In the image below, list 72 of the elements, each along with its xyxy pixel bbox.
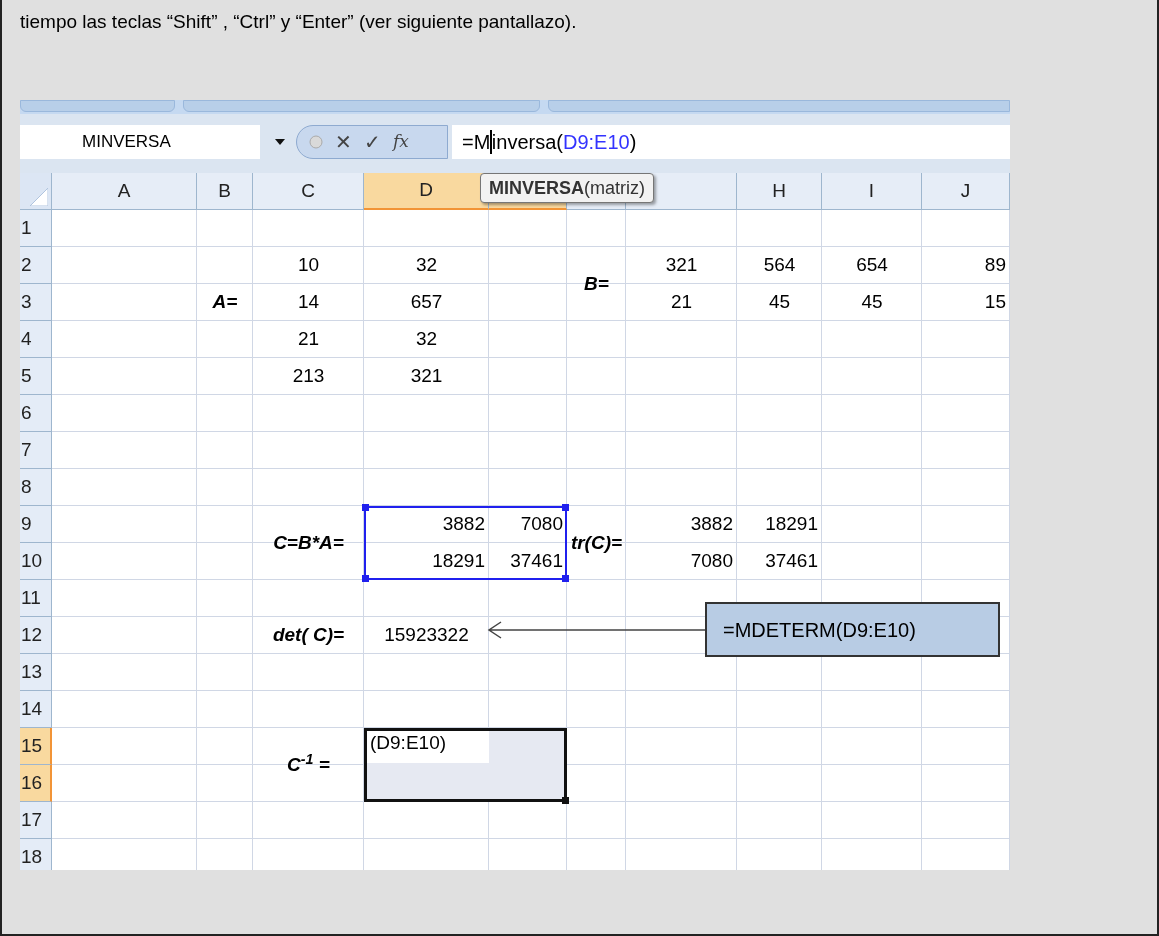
row-header[interactable]: 12	[20, 617, 52, 654]
row-header[interactable]: 4	[20, 321, 52, 358]
cancel-button[interactable]: ✕	[335, 131, 352, 152]
table-cell-text: 45	[767, 290, 792, 315]
table-cell-text: 15	[983, 290, 1007, 315]
table-cell-text: 32	[414, 327, 439, 352]
table-cell-text: 657	[409, 290, 444, 315]
table-cell-text: 21	[669, 290, 694, 315]
table-cell-text: 14	[296, 290, 321, 315]
formula-input[interactable]: =Minversa(D9:E10)	[452, 124, 1010, 159]
row-header[interactable]: 15	[20, 728, 52, 765]
row-header[interactable]: 3	[20, 284, 52, 321]
table-cell-text: 7080	[519, 512, 564, 537]
function-tooltip: MINVERSA(matriz)	[480, 173, 654, 203]
row-header[interactable]: 14	[20, 691, 52, 728]
table-cell-text: 32	[414, 253, 439, 278]
table-cell-text: 3882	[689, 512, 734, 537]
table-cell-text: 89	[983, 253, 1007, 278]
table-cell-text: 37461	[764, 549, 819, 574]
row-header[interactable]: 17	[20, 802, 52, 839]
row-header[interactable]: 11	[20, 580, 52, 617]
row-header[interactable]: 5	[20, 358, 52, 395]
intro-paragraph: tiempo las teclas “Shift” , “Ctrl” y “Enter” (ver siguiente pantallazo).	[20, 10, 577, 34]
column-header[interactable]: A	[52, 173, 197, 210]
table-cell-text: B=	[583, 271, 610, 296]
column-header[interactable]: J	[922, 173, 1010, 210]
circle-icon	[309, 134, 323, 149]
row-header[interactable]: 10	[20, 543, 52, 580]
row-header[interactable]: 7	[20, 432, 52, 469]
row-header[interactable]: 6	[20, 395, 52, 432]
table-cell-text: tr(C)=	[569, 530, 624, 555]
dropdown-icon[interactable]	[274, 137, 286, 146]
table-cell-text: 37461	[509, 549, 564, 574]
callout-box: =MDETERM(D9:E10)	[705, 602, 1000, 657]
table-cell-text: 45	[860, 290, 884, 315]
table-cell-text: 321	[409, 364, 444, 389]
table-cell-text: 564	[762, 253, 797, 278]
table-cell-text: 15923322	[383, 623, 470, 648]
table-cell-text: C=B*A=	[272, 530, 345, 555]
name-box[interactable]: MINVERSA	[20, 124, 260, 159]
column-header[interactable]: D	[364, 173, 489, 210]
row-header[interactable]: 18	[20, 839, 52, 870]
enter-button[interactable]: ✓	[364, 131, 381, 152]
table-cell-text: 21	[296, 327, 321, 352]
row-header[interactable]: 8	[20, 469, 52, 506]
ribbon-group-tab[interactable]	[183, 100, 540, 112]
row-header[interactable]: 9	[20, 506, 52, 543]
select-all-button[interactable]	[20, 173, 52, 210]
table-cell-text: 18291	[764, 512, 819, 537]
ribbon-group-tab[interactable]	[548, 100, 1010, 112]
cell-input[interactable]: (D9:E10)	[364, 728, 489, 765]
column-header[interactable]: C	[253, 173, 364, 210]
row-header[interactable]: 13	[20, 654, 52, 691]
insert-function-button[interactable]: fx	[393, 133, 409, 150]
table-cell-text: 7080	[689, 549, 734, 574]
triangle-icon	[30, 188, 48, 206]
row-header[interactable]: 16	[20, 765, 52, 802]
table-cell-text: 18291	[431, 549, 486, 574]
column-header[interactable]: H	[737, 173, 822, 210]
row-header[interactable]: 1	[20, 210, 52, 247]
table-cell-text: 321	[664, 253, 699, 278]
table-cell-text: 654	[855, 253, 889, 278]
column-header[interactable]: B	[197, 173, 253, 210]
column-header[interactable]: I	[822, 173, 922, 210]
ribbon-group-tab[interactable]	[20, 100, 175, 112]
row-header[interactable]: 2	[20, 247, 52, 284]
table-cell-text: C$^{-1}$ =	[286, 749, 331, 777]
table-cell-text: A=	[211, 290, 239, 315]
table-cell-text: 213	[291, 364, 326, 389]
table-cell-text: det( C)=	[271, 623, 346, 648]
table-cell-text: 10	[296, 253, 321, 278]
table-cell-text: 3882	[441, 512, 486, 537]
